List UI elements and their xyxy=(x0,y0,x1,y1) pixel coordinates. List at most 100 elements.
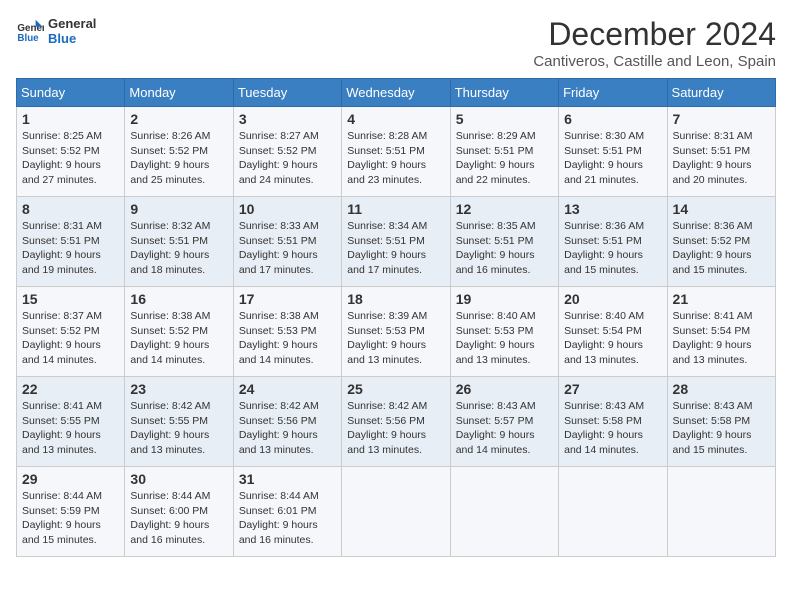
title-area: December 2024 Cantiveros, Castille and L… xyxy=(533,16,776,70)
table-row: 1 Sunrise: 8:25 AM Sunset: 5:52 PM Dayli… xyxy=(17,107,776,197)
day-number: 17 xyxy=(239,291,336,307)
day-info: Sunrise: 8:41 AM Sunset: 5:54 PM Dayligh… xyxy=(673,309,770,368)
list-item: 18 Sunrise: 8:39 AM Sunset: 5:53 PM Dayl… xyxy=(342,287,450,377)
day-number: 30 xyxy=(130,471,227,487)
list-item: 24 Sunrise: 8:42 AM Sunset: 5:56 PM Dayl… xyxy=(233,377,341,467)
col-sunday: Sunday xyxy=(17,79,125,107)
day-info: Sunrise: 8:43 AM Sunset: 5:57 PM Dayligh… xyxy=(456,399,553,458)
list-item: 22 Sunrise: 8:41 AM Sunset: 5:55 PM Dayl… xyxy=(17,377,125,467)
day-info: Sunrise: 8:25 AM Sunset: 5:52 PM Dayligh… xyxy=(22,129,119,188)
svg-text:Blue: Blue xyxy=(17,33,39,44)
list-item: 21 Sunrise: 8:41 AM Sunset: 5:54 PM Dayl… xyxy=(667,287,775,377)
day-number: 7 xyxy=(673,111,770,127)
list-item: 16 Sunrise: 8:38 AM Sunset: 5:52 PM Dayl… xyxy=(125,287,233,377)
list-item: 9 Sunrise: 8:32 AM Sunset: 5:51 PM Dayli… xyxy=(125,197,233,287)
day-number: 6 xyxy=(564,111,661,127)
day-info: Sunrise: 8:42 AM Sunset: 5:56 PM Dayligh… xyxy=(239,399,336,458)
day-number: 28 xyxy=(673,381,770,397)
col-thursday: Thursday xyxy=(450,79,558,107)
day-number: 29 xyxy=(22,471,119,487)
list-item xyxy=(450,467,558,557)
day-number: 26 xyxy=(456,381,553,397)
logo-icon: General Blue xyxy=(16,17,44,45)
list-item: 2 Sunrise: 8:26 AM Sunset: 5:52 PM Dayli… xyxy=(125,107,233,197)
day-info: Sunrise: 8:37 AM Sunset: 5:52 PM Dayligh… xyxy=(22,309,119,368)
day-number: 10 xyxy=(239,201,336,217)
day-info: Sunrise: 8:40 AM Sunset: 5:53 PM Dayligh… xyxy=(456,309,553,368)
day-number: 11 xyxy=(347,201,444,217)
day-info: Sunrise: 8:29 AM Sunset: 5:51 PM Dayligh… xyxy=(456,129,553,188)
day-info: Sunrise: 8:33 AM Sunset: 5:51 PM Dayligh… xyxy=(239,219,336,278)
logo: General Blue General Blue xyxy=(16,16,96,46)
day-number: 25 xyxy=(347,381,444,397)
list-item: 25 Sunrise: 8:42 AM Sunset: 5:56 PM Dayl… xyxy=(342,377,450,467)
day-number: 4 xyxy=(347,111,444,127)
list-item: 14 Sunrise: 8:36 AM Sunset: 5:52 PM Dayl… xyxy=(667,197,775,287)
day-number: 18 xyxy=(347,291,444,307)
col-friday: Friday xyxy=(559,79,667,107)
list-item: 7 Sunrise: 8:31 AM Sunset: 5:51 PM Dayli… xyxy=(667,107,775,197)
list-item: 10 Sunrise: 8:33 AM Sunset: 5:51 PM Dayl… xyxy=(233,197,341,287)
day-number: 15 xyxy=(22,291,119,307)
list-item: 11 Sunrise: 8:34 AM Sunset: 5:51 PM Dayl… xyxy=(342,197,450,287)
day-info: Sunrise: 8:27 AM Sunset: 5:52 PM Dayligh… xyxy=(239,129,336,188)
list-item: 4 Sunrise: 8:28 AM Sunset: 5:51 PM Dayli… xyxy=(342,107,450,197)
list-item: 23 Sunrise: 8:42 AM Sunset: 5:55 PM Dayl… xyxy=(125,377,233,467)
table-row: 8 Sunrise: 8:31 AM Sunset: 5:51 PM Dayli… xyxy=(17,197,776,287)
day-info: Sunrise: 8:39 AM Sunset: 5:53 PM Dayligh… xyxy=(347,309,444,368)
list-item: 12 Sunrise: 8:35 AM Sunset: 5:51 PM Dayl… xyxy=(450,197,558,287)
day-info: Sunrise: 8:43 AM Sunset: 5:58 PM Dayligh… xyxy=(564,399,661,458)
list-item: 3 Sunrise: 8:27 AM Sunset: 5:52 PM Dayli… xyxy=(233,107,341,197)
logo-line1: General xyxy=(48,16,96,31)
list-item: 19 Sunrise: 8:40 AM Sunset: 5:53 PM Dayl… xyxy=(450,287,558,377)
day-number: 23 xyxy=(130,381,227,397)
day-info: Sunrise: 8:40 AM Sunset: 5:54 PM Dayligh… xyxy=(564,309,661,368)
list-item: 27 Sunrise: 8:43 AM Sunset: 5:58 PM Dayl… xyxy=(559,377,667,467)
day-info: Sunrise: 8:32 AM Sunset: 5:51 PM Dayligh… xyxy=(130,219,227,278)
list-item: 26 Sunrise: 8:43 AM Sunset: 5:57 PM Dayl… xyxy=(450,377,558,467)
list-item: 15 Sunrise: 8:37 AM Sunset: 5:52 PM Dayl… xyxy=(17,287,125,377)
list-item: 6 Sunrise: 8:30 AM Sunset: 5:51 PM Dayli… xyxy=(559,107,667,197)
list-item: 29 Sunrise: 8:44 AM Sunset: 5:59 PM Dayl… xyxy=(17,467,125,557)
day-info: Sunrise: 8:41 AM Sunset: 5:55 PM Dayligh… xyxy=(22,399,119,458)
day-info: Sunrise: 8:42 AM Sunset: 5:55 PM Dayligh… xyxy=(130,399,227,458)
day-number: 21 xyxy=(673,291,770,307)
day-info: Sunrise: 8:26 AM Sunset: 5:52 PM Dayligh… xyxy=(130,129,227,188)
table-row: 29 Sunrise: 8:44 AM Sunset: 5:59 PM Dayl… xyxy=(17,467,776,557)
table-row: 15 Sunrise: 8:37 AM Sunset: 5:52 PM Dayl… xyxy=(17,287,776,377)
day-info: Sunrise: 8:38 AM Sunset: 5:53 PM Dayligh… xyxy=(239,309,336,368)
col-monday: Monday xyxy=(125,79,233,107)
main-title: December 2024 xyxy=(533,16,776,53)
day-info: Sunrise: 8:43 AM Sunset: 5:58 PM Dayligh… xyxy=(673,399,770,458)
day-number: 1 xyxy=(22,111,119,127)
day-number: 16 xyxy=(130,291,227,307)
day-number: 8 xyxy=(22,201,119,217)
header: General Blue General Blue December 2024 … xyxy=(16,16,776,70)
day-info: Sunrise: 8:44 AM Sunset: 5:59 PM Dayligh… xyxy=(22,489,119,548)
day-info: Sunrise: 8:44 AM Sunset: 6:01 PM Dayligh… xyxy=(239,489,336,548)
calendar-table: Sunday Monday Tuesday Wednesday Thursday… xyxy=(16,78,776,557)
list-item: 20 Sunrise: 8:40 AM Sunset: 5:54 PM Dayl… xyxy=(559,287,667,377)
list-item: 5 Sunrise: 8:29 AM Sunset: 5:51 PM Dayli… xyxy=(450,107,558,197)
day-info: Sunrise: 8:31 AM Sunset: 5:51 PM Dayligh… xyxy=(673,129,770,188)
day-number: 2 xyxy=(130,111,227,127)
subtitle: Cantiveros, Castille and Leon, Spain xyxy=(533,53,776,70)
day-number: 24 xyxy=(239,381,336,397)
day-info: Sunrise: 8:38 AM Sunset: 5:52 PM Dayligh… xyxy=(130,309,227,368)
list-item: 8 Sunrise: 8:31 AM Sunset: 5:51 PM Dayli… xyxy=(17,197,125,287)
day-info: Sunrise: 8:28 AM Sunset: 5:51 PM Dayligh… xyxy=(347,129,444,188)
list-item xyxy=(667,467,775,557)
day-info: Sunrise: 8:44 AM Sunset: 6:00 PM Dayligh… xyxy=(130,489,227,548)
col-tuesday: Tuesday xyxy=(233,79,341,107)
day-info: Sunrise: 8:36 AM Sunset: 5:52 PM Dayligh… xyxy=(673,219,770,278)
day-number: 31 xyxy=(239,471,336,487)
col-wednesday: Wednesday xyxy=(342,79,450,107)
col-saturday: Saturday xyxy=(667,79,775,107)
list-item: 17 Sunrise: 8:38 AM Sunset: 5:53 PM Dayl… xyxy=(233,287,341,377)
day-info: Sunrise: 8:35 AM Sunset: 5:51 PM Dayligh… xyxy=(456,219,553,278)
logo-line2: Blue xyxy=(48,31,96,46)
list-item: 13 Sunrise: 8:36 AM Sunset: 5:51 PM Dayl… xyxy=(559,197,667,287)
header-row: Sunday Monday Tuesday Wednesday Thursday… xyxy=(17,79,776,107)
day-info: Sunrise: 8:36 AM Sunset: 5:51 PM Dayligh… xyxy=(564,219,661,278)
list-item: 31 Sunrise: 8:44 AM Sunset: 6:01 PM Dayl… xyxy=(233,467,341,557)
